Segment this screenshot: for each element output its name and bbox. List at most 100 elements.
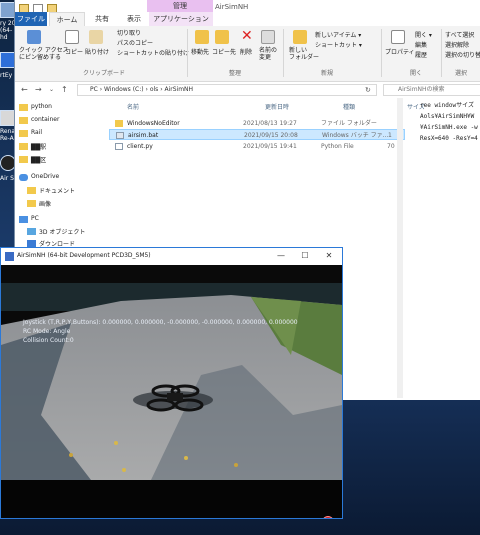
- forward-icon[interactable]: →: [35, 85, 42, 95]
- tab-home[interactable]: ホーム: [49, 12, 85, 26]
- recent-chevron-icon[interactable]: ⌄: [49, 85, 54, 95]
- tab-view[interactable]: 表示: [119, 12, 149, 26]
- nav-item[interactable]: ドキュメント: [39, 186, 75, 195]
- file-date: 2021/08/13 19:27: [243, 120, 297, 127]
- copy-path-button[interactable]: パスのコピー: [117, 38, 153, 47]
- tab-share[interactable]: 共有: [87, 12, 117, 26]
- invert-selection-button[interactable]: 選択の切り替え: [445, 50, 480, 59]
- tab-file[interactable]: ファイル: [15, 12, 47, 26]
- nav-item[interactable]: PC: [31, 215, 39, 222]
- column-header-date[interactable]: 更新日時: [265, 102, 289, 111]
- nav-item[interactable]: python: [31, 103, 52, 110]
- nav-item[interactable]: ██区: [31, 155, 46, 164]
- file-row[interactable]: client.py 2021/09/15 19:41 Python File 7…: [109, 141, 405, 152]
- group-label: 開く: [410, 70, 423, 77]
- back-icon[interactable]: ←: [21, 85, 28, 95]
- folder-icon: [27, 200, 36, 207]
- file-size: 70: [387, 143, 395, 150]
- easy-access-button[interactable]: ショートカット ▾: [315, 40, 362, 49]
- file-name: client.py: [127, 143, 153, 150]
- paste-icon[interactable]: [89, 30, 103, 44]
- app-icon: [5, 252, 14, 261]
- new-folder-button[interactable]: 新しい フォルダー: [289, 47, 319, 61]
- nav-item[interactable]: OneDrive: [31, 173, 59, 180]
- maximize-icon[interactable]: ☐: [294, 250, 316, 262]
- cut-button[interactable]: 切り取り: [117, 28, 141, 37]
- pc-icon: [19, 216, 28, 223]
- search-input[interactable]: AirSimNHの検索: [383, 84, 480, 96]
- new-folder-icon[interactable]: [293, 30, 307, 44]
- move-to-button[interactable]: 移動先: [191, 47, 209, 56]
- properties-button[interactable]: プロパティ: [385, 47, 415, 56]
- title-bar: AirSimNH (64-bit Development PCD3D_SM5) …: [1, 248, 342, 265]
- history-button[interactable]: 履歴: [415, 50, 427, 59]
- window-title: AirSimNH: [215, 3, 249, 11]
- paste-shortcut-button[interactable]: ショートカットの貼り付け: [117, 48, 189, 57]
- select-none-button[interactable]: 選択解除: [445, 40, 469, 49]
- paste-button[interactable]: 貼り付け: [85, 47, 109, 56]
- copy-button[interactable]: コピー: [65, 47, 83, 56]
- hud-overlay: Joystick (T,R,P,Y,Buttons): 0.000000, 0.…: [23, 318, 298, 345]
- file-row[interactable]: WindowsNoEditor 2021/08/13 19:27 ファイル フォ…: [109, 118, 405, 129]
- nav-item[interactable]: Rail: [31, 129, 42, 136]
- joystick-readout: Joystick (T,R,P,Y,Buttons): 0.000000, 0.…: [23, 319, 298, 326]
- file-type: Python File: [321, 143, 354, 150]
- divider: [441, 29, 442, 77]
- folder-icon: [19, 130, 28, 137]
- nav-item[interactable]: 3D オブジェクト: [39, 227, 85, 236]
- copy-icon[interactable]: [65, 30, 79, 44]
- nav-item[interactable]: container: [31, 116, 59, 123]
- rename-icon[interactable]: [261, 30, 275, 44]
- group-label: クリップボード: [83, 70, 126, 77]
- tab-application-tools[interactable]: アプリケーション ツール: [149, 12, 213, 37]
- divider: [187, 29, 188, 77]
- airsim-window: AirSimNH (64-bit Development PCD3D_SM5) …: [0, 247, 343, 519]
- address-bar[interactable]: PC › Windows (C:) › ols › AirSimNH: [77, 84, 377, 96]
- copy-to-icon[interactable]: [215, 30, 229, 44]
- folder-icon: [19, 117, 28, 124]
- folder-icon: [19, 156, 28, 163]
- scene-render: [1, 265, 342, 518]
- nav-item[interactable]: 画像: [39, 199, 51, 208]
- delete-button[interactable]: 削除: [240, 47, 252, 56]
- context-tab-manage[interactable]: 管理: [147, 0, 213, 12]
- pin-icon[interactable]: [27, 30, 41, 44]
- move-to-icon[interactable]: [195, 30, 209, 44]
- divider: [381, 29, 382, 77]
- group-label: 新規: [321, 70, 334, 77]
- close-icon[interactable]: ✕: [318, 250, 340, 262]
- open-button[interactable]: 開く ▾: [415, 30, 432, 39]
- file-type: Windows バッチ ファ...: [322, 132, 389, 139]
- copy-to-button[interactable]: コピー先: [212, 47, 236, 56]
- folder-icon: [19, 143, 28, 150]
- select-all-button[interactable]: すべて選択: [445, 30, 474, 39]
- properties-icon[interactable]: [391, 30, 405, 44]
- file-size: 1: [388, 132, 392, 139]
- new-item-button[interactable]: 新しいアイテム ▾: [315, 30, 361, 39]
- column-header-type[interactable]: 種類: [343, 102, 355, 111]
- vertical-scrollbar[interactable]: [397, 98, 403, 398]
- batch-file-icon: [116, 132, 124, 139]
- edit-button[interactable]: 編集: [415, 40, 427, 49]
- minimize-icon[interactable]: —: [270, 250, 292, 262]
- window-title: AirSimNH (64-bit Development PCD3D_SM5): [17, 252, 151, 259]
- group-label: 選択: [455, 70, 468, 77]
- address-bar-row: ← → ⌄ ↑ PC › Windows (C:) › ols › AirSim…: [15, 83, 480, 97]
- simulation-viewport[interactable]: Joystick (T,R,P,Y,Buttons): 0.000000, 0.…: [1, 265, 342, 518]
- group-label: 整理: [229, 70, 242, 77]
- refresh-icon[interactable]: ↻: [365, 85, 371, 95]
- nav-item[interactable]: ██駅: [31, 142, 46, 151]
- rc-mode-readout: RC Mode: Angle: [23, 328, 71, 335]
- up-icon[interactable]: ↑: [61, 85, 68, 95]
- preview-text: ree windowサイズ Aols¥AirSimNH¥W ¥AirSimNH.…: [420, 102, 478, 142]
- column-header-name[interactable]: 名前: [127, 102, 139, 111]
- folder-icon: [19, 104, 28, 111]
- rename-button[interactable]: 名前の 変更: [259, 47, 277, 61]
- divider: [283, 29, 284, 77]
- file-row-selected[interactable]: airsim.bat 2021/09/15 20:08 Windows バッチ …: [109, 129, 405, 140]
- file-type: ファイル フォルダー: [321, 120, 377, 127]
- delete-icon[interactable]: ✕: [241, 28, 253, 44]
- ribbon: クイック アクセス にピン留めする コピー 貼り付け 切り取り パスのコピー シ…: [15, 26, 480, 82]
- folder-icon: [115, 120, 123, 127]
- pin-quick-access-button[interactable]: クイック アクセス にピン留めする: [19, 47, 69, 61]
